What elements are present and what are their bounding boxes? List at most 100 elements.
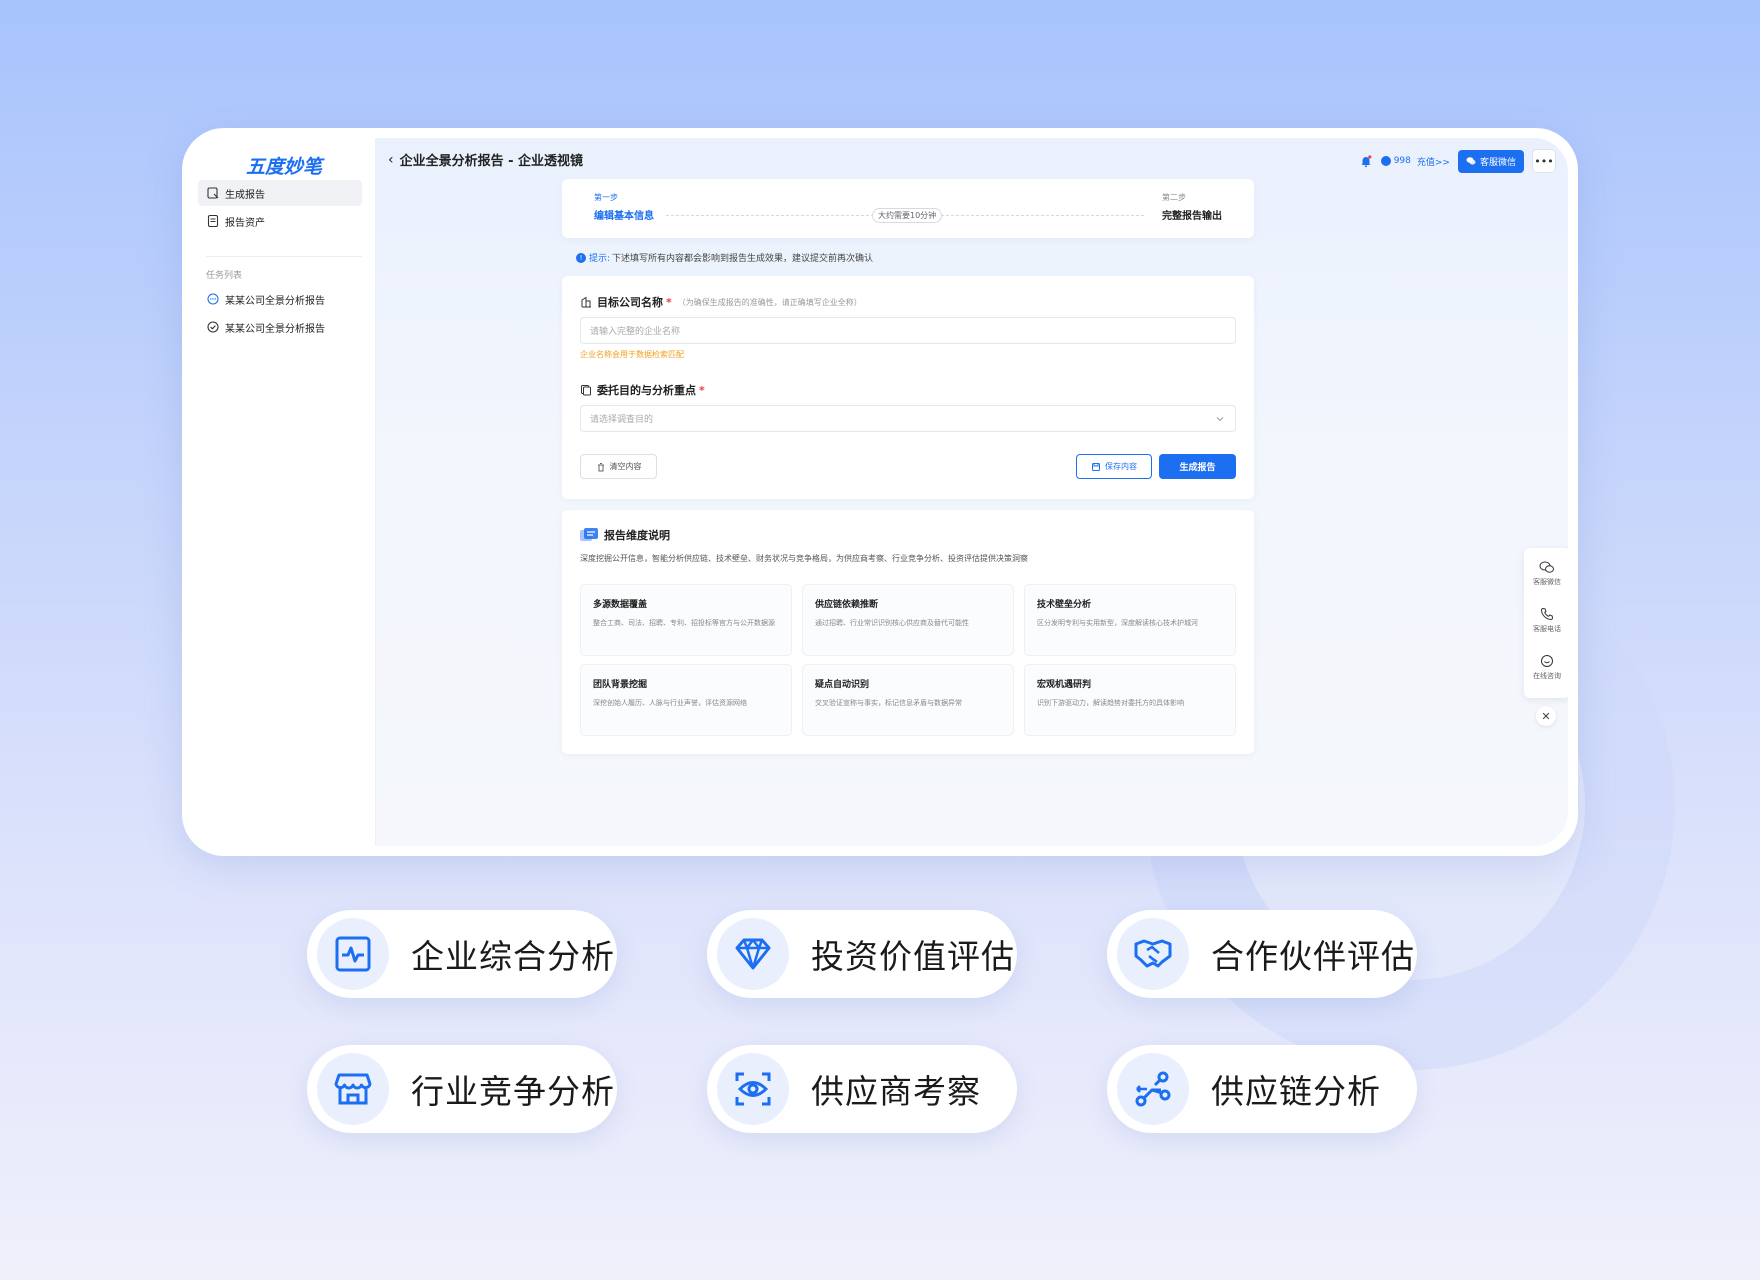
- feature-label: 供应商考察: [811, 1072, 981, 1111]
- wechat-icon: [1539, 561, 1554, 573]
- sidebar-divider: [206, 256, 362, 257]
- feature-icon-badge: [717, 1053, 789, 1125]
- task-item[interactable]: 某某公司全景分析报告: [198, 314, 362, 340]
- task-label: 某某公司全景分析报告: [225, 323, 325, 335]
- supply-chain-icon: [1135, 1071, 1171, 1107]
- required-mark: *: [666, 295, 672, 309]
- feature-icon-badge: [317, 1053, 389, 1125]
- report-form: 目标公司名称 * （为确保生成报告的准确性，请正确填写企业全称） 请输入完整的企业…: [562, 276, 1254, 499]
- progress-steps: 第一步 编辑基本信息 大约需要10分钟 第二步 完整报告输出: [562, 179, 1254, 238]
- float-wechat-label: 客服微信: [1533, 578, 1561, 586]
- purpose-label-text: 委托目的与分析重点: [597, 384, 696, 397]
- header-actions: 998 充值>> 客服微信 •••: [1359, 149, 1556, 173]
- dimension-card-title: 团队背景挖掘: [593, 680, 648, 690]
- eye-scan-icon: [735, 1072, 771, 1106]
- dimension-card-title: 供应链依赖推断: [815, 600, 879, 610]
- handshake-icon: [1134, 939, 1172, 968]
- main-content: ‹ 企业全景分析报告 - 企业透视镜 998 充值>> 客服微信 ••• 第一步…: [376, 138, 1568, 846]
- company-label-text: 目标公司名称: [597, 296, 663, 309]
- chat-smile-icon: [1541, 655, 1553, 667]
- dimension-card: 供应链依赖推断 通过招聘、行业常识识别核心供应商及替代可能性: [802, 584, 1014, 656]
- clear-content-button[interactable]: 清空内容: [580, 454, 657, 479]
- document-copy-icon: [581, 385, 591, 396]
- feature-icon-badge: [317, 918, 389, 990]
- floating-service-panel: 客服微信 客服电话 在线咨询: [1524, 548, 1568, 698]
- phone-icon: [1540, 607, 1554, 621]
- float-phone-button[interactable]: 客服电话: [1524, 607, 1568, 634]
- dimension-card: 疑点自动识别 交叉验证宣称与事实，标记信息矛盾与数据异常: [802, 664, 1014, 736]
- recharge-link[interactable]: 充值>>: [1417, 155, 1450, 168]
- dimension-card-title: 多源数据覆盖: [593, 600, 648, 610]
- task-item[interactable]: 某某公司全景分析报告: [198, 286, 362, 312]
- feature-icon-badge: [1117, 1053, 1189, 1125]
- float-online-button[interactable]: 在线咨询: [1524, 654, 1568, 681]
- info-icon: !: [576, 252, 586, 263]
- purpose-select[interactable]: 请选择调查目的: [580, 405, 1236, 432]
- company-note: （为确保生成报告的准确性，请正确填写企业全称）: [677, 297, 862, 307]
- dimensions-description: 深度挖掘公开信息，智能分析供应链、技术壁垒、财务状况与竞争格局，为供应商考察、行…: [580, 554, 1028, 563]
- feature-icon-badge: [1117, 918, 1189, 990]
- dimension-card-title: 宏观机遇研判: [1037, 680, 1092, 690]
- required-mark: *: [699, 383, 705, 397]
- float-wechat-button[interactable]: 客服微信: [1524, 560, 1568, 587]
- store-icon: [334, 1073, 372, 1105]
- task-label: 某某公司全景分析报告: [225, 295, 325, 307]
- step-one: 第一步 编辑基本信息: [594, 192, 654, 222]
- dimension-card: 宏观机遇研判 识别下游驱动力，解读趋势对委托方的具体影响: [1024, 664, 1236, 736]
- feature-label: 行业竞争分析: [411, 1072, 615, 1111]
- pulse-chart-icon: [335, 936, 371, 972]
- credits-value: 998: [1393, 156, 1411, 166]
- dimension-card-desc: 交叉验证宣称与事实，标记信息矛盾与数据异常: [815, 699, 962, 707]
- feature-pill: 企业综合分析: [307, 910, 617, 998]
- customer-service-wechat-button[interactable]: 客服微信: [1457, 149, 1524, 173]
- diamond-icon: [735, 938, 771, 970]
- float-phone-label: 客服电话: [1533, 625, 1561, 633]
- generate-report-button[interactable]: 生成报告: [1159, 454, 1236, 479]
- app-window-frame: 五度妙笔 生成报告 报告资产 任务列表 某某公司全景分析报告 某某公司全景分析报…: [182, 128, 1578, 856]
- dimension-card-desc: 区分发明专利与实用新型，深度解读核心技术护城河: [1037, 619, 1198, 627]
- generate-report-icon: [207, 187, 219, 199]
- company-placeholder: 请输入完整的企业名称: [590, 327, 681, 337]
- sidebar-item-label: 生成报告: [225, 189, 265, 201]
- company-name-label: 目标公司名称 * （为确保生成报告的准确性，请正确填写企业全称）: [580, 294, 862, 310]
- bell-icon[interactable]: [1359, 154, 1373, 168]
- trash-icon: [597, 462, 604, 471]
- sidebar-item-report-assets[interactable]: 报告资产: [198, 208, 362, 234]
- sidebar-item-label: 报告资产: [225, 217, 265, 229]
- sidebar-item-generate-report[interactable]: 生成报告: [198, 180, 362, 206]
- report-dimensions-icon: [580, 528, 598, 541]
- dimension-card-desc: 识别下游驱动力，解读趋势对委托方的具体影响: [1037, 699, 1184, 707]
- dimension-card: 技术壁垒分析 区分发明专利与实用新型，深度解读核心技术护城河: [1024, 584, 1236, 656]
- wechat-icon: [1466, 157, 1476, 165]
- close-icon[interactable]: ✕: [1536, 706, 1556, 726]
- report-assets-icon: [207, 214, 219, 228]
- feature-label: 合作伙伴评估: [1211, 937, 1415, 976]
- service-button-label: 客服微信: [1479, 157, 1516, 168]
- page-title-text: 企业全景分析报告 - 企业透视镜: [399, 154, 584, 169]
- step-two-title: 完整报告输出: [1162, 211, 1222, 222]
- back-arrow-icon[interactable]: ‹: [388, 152, 394, 168]
- step-one-label: 第一步: [594, 193, 618, 202]
- more-options-button[interactable]: •••: [1532, 149, 1556, 173]
- float-online-label: 在线咨询: [1533, 672, 1561, 680]
- company-name-input[interactable]: 请输入完整的企业名称: [580, 317, 1236, 344]
- report-dimensions-panel: 报告维度说明 深度挖掘公开信息，智能分析供应链、技术壁垒、财务状况与竞争格局，为…: [562, 510, 1254, 754]
- hint-label: 提示:: [589, 254, 611, 264]
- step-two-label: 第二步: [1162, 193, 1186, 202]
- step-one-title: 编辑基本信息: [594, 211, 654, 222]
- pending-icon: [207, 293, 219, 305]
- feature-pill: 合作伙伴评估: [1107, 910, 1417, 998]
- dimension-card-desc: 深挖创始人履历、人脉与行业声誉，评估资源网络: [593, 699, 747, 707]
- page-title: ‹ 企业全景分析报告 - 企业透视镜: [388, 150, 584, 170]
- feature-label: 企业综合分析: [411, 937, 615, 976]
- hint-banner: ! 提示: 下述填写所有内容都会影响到报告生成效果，建议提交前再次确认: [576, 251, 873, 264]
- sidebar: 五度妙笔 生成报告 报告资产 任务列表 某某公司全景分析报告 某某公司全景分析报…: [192, 138, 376, 846]
- save-button-label: 保存内容: [1105, 462, 1137, 471]
- step-two: 第二步 完整报告输出: [1162, 192, 1222, 222]
- save-content-button[interactable]: 保存内容: [1076, 454, 1152, 479]
- chevron-down-icon: [1216, 417, 1224, 422]
- feature-pill: 行业竞争分析: [307, 1045, 617, 1133]
- purpose-placeholder: 请选择调查目的: [590, 415, 654, 425]
- company-warning-text: 企业名称会用于数据检索匹配: [580, 350, 684, 359]
- hint-text: 下述填写所有内容都会影响到报告生成效果，建议提交前再次确认: [612, 254, 874, 264]
